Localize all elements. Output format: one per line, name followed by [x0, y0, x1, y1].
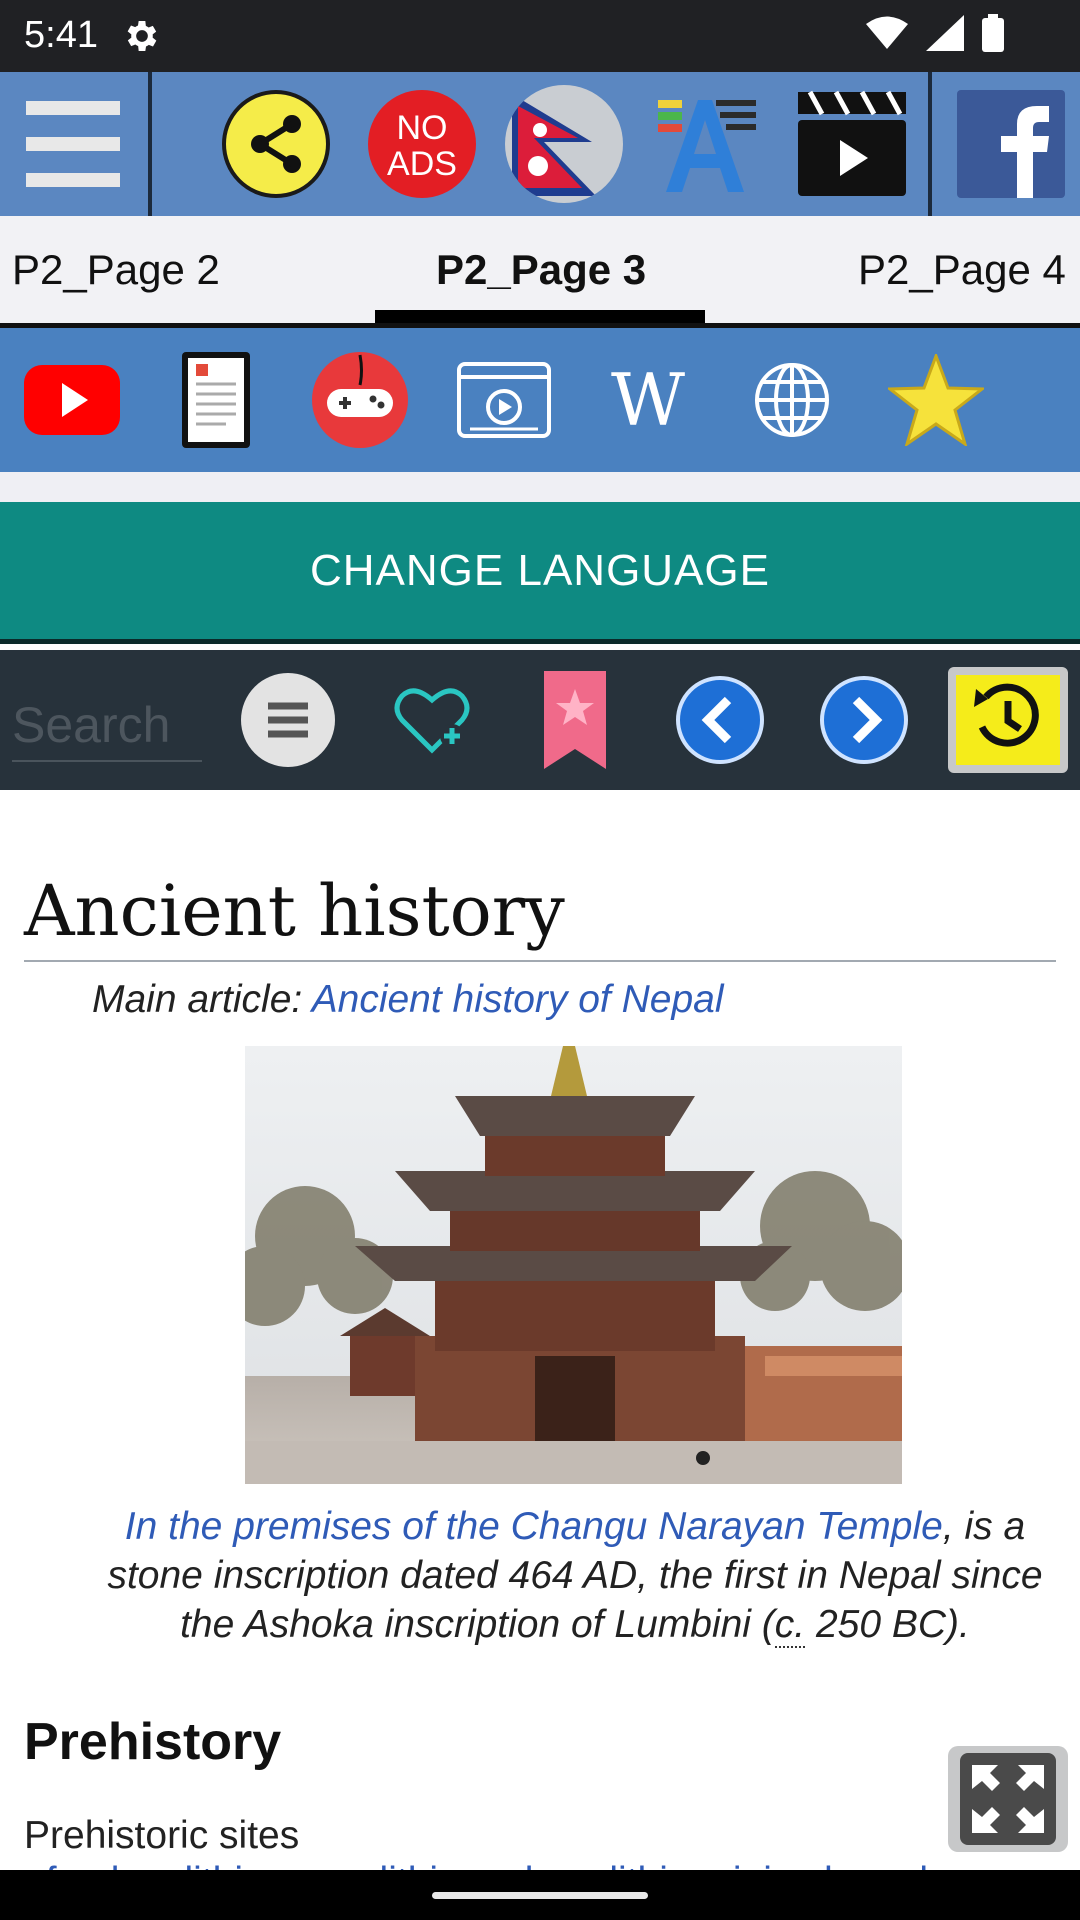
favorites-button[interactable] — [864, 328, 1008, 472]
status-time: 5:41 — [24, 14, 98, 56]
text-size-button[interactable] — [652, 72, 764, 216]
video-button[interactable] — [790, 72, 914, 216]
bookmark-button[interactable] — [530, 650, 620, 790]
heart-add-icon — [394, 688, 470, 754]
history-icon — [948, 667, 1068, 773]
no-ads-icon: NO ADS — [368, 90, 476, 198]
youtube-button[interactable] — [0, 328, 144, 472]
wikipedia-button[interactable]: W — [576, 328, 720, 472]
facebook-button[interactable] — [952, 72, 1070, 216]
tab-p2-page-3[interactable]: P2_Page 3 — [436, 246, 646, 294]
image-caption: In the premises of the Changu Narayan Te… — [100, 1502, 1050, 1649]
wifi-icon — [866, 16, 908, 49]
document-icon — [182, 352, 250, 448]
tab-p2-page-2[interactable]: P2_Page 2 — [12, 246, 220, 294]
search-toolbar — [0, 650, 1080, 790]
add-favorite-button[interactable] — [382, 650, 482, 790]
cell-signal-icon — [926, 15, 964, 51]
fullscreen-button[interactable] — [948, 1746, 1068, 1852]
article-content: Ancient history Main article: Ancient hi… — [0, 790, 1080, 1870]
toolbar-divider — [928, 72, 932, 216]
change-language-button[interactable]: CHANGE LANGUAGE — [0, 502, 1080, 644]
caption-end: 250 BC). — [805, 1603, 970, 1646]
no-ads-button[interactable]: NO ADS — [362, 72, 482, 216]
bookmark-icon — [544, 671, 606, 769]
toolbar-divider — [148, 72, 152, 216]
list-menu-icon — [241, 673, 335, 767]
hatnote-prefix: Main article: — [92, 978, 312, 1021]
settings-gear-icon — [127, 21, 157, 51]
spacer — [0, 472, 1080, 502]
tab-p2-page-4[interactable]: P2_Page 4 — [858, 246, 1066, 294]
document-button[interactable] — [144, 328, 288, 472]
caption-link[interactable]: In the premises of the Changu Narayan Te… — [125, 1505, 943, 1548]
menu-button[interactable] — [0, 72, 146, 216]
browser-button[interactable] — [720, 328, 864, 472]
back-button[interactable] — [670, 650, 770, 790]
game-controller-icon — [312, 352, 408, 448]
share-icon — [222, 90, 330, 198]
forward-button[interactable] — [814, 650, 914, 790]
section-heading: Ancient history — [24, 870, 1056, 962]
facebook-icon — [957, 90, 1065, 198]
home-gesture-handle[interactable] — [432, 1892, 648, 1899]
wikipedia-icon: W — [610, 358, 685, 442]
top-toolbar: NO ADS — [0, 72, 1080, 216]
video-clapper-icon — [798, 90, 906, 196]
temple-image[interactable] — [245, 1046, 902, 1484]
nepal-flag-icon — [505, 85, 623, 203]
temple-photo — [245, 1046, 902, 1484]
globe-icon — [755, 363, 829, 437]
battery-icon — [982, 14, 1004, 52]
country-flag-button[interactable] — [502, 72, 626, 216]
fullscreen-icon — [960, 1753, 1056, 1845]
search-input[interactable] — [12, 690, 202, 762]
back-arrow-icon — [676, 676, 764, 764]
quick-links-row: W — [0, 328, 1080, 472]
share-button[interactable] — [216, 72, 336, 216]
video-player-button[interactable] — [432, 328, 576, 472]
history-button[interactable] — [948, 650, 1068, 790]
forward-arrow-icon — [820, 676, 908, 764]
youtube-icon — [24, 365, 120, 435]
system-navigation-bar — [0, 1870, 1080, 1920]
list-menu-button[interactable] — [238, 650, 338, 790]
svg-text:ADS: ADS — [387, 145, 457, 183]
star-icon — [888, 354, 984, 446]
video-player-icon — [457, 362, 551, 438]
status-bar: 5:41 — [0, 0, 1080, 72]
hamburger-menu-icon — [26, 101, 120, 187]
subsection-heading: Prehistory — [24, 1713, 282, 1771]
text-size-icon — [658, 100, 756, 192]
hatnote-link[interactable]: Ancient history of Nepal — [312, 978, 724, 1021]
active-tab-indicator — [375, 310, 705, 323]
games-button[interactable] — [288, 328, 432, 472]
paragraph-clipped-text: of palaeolithic, mesolithic and neolithi… — [24, 1860, 1056, 1870]
hatnote: Main article: Ancient history of Nepal — [92, 978, 724, 1022]
paragraph-text: Prehistoric sites — [24, 1814, 300, 1857]
caption-abbr: c. — [774, 1603, 806, 1648]
svg-text:NO: NO — [397, 109, 448, 147]
paragraph-clipped-line: of palaeolithic, mesolithic and neolithi… — [24, 1858, 1056, 1870]
